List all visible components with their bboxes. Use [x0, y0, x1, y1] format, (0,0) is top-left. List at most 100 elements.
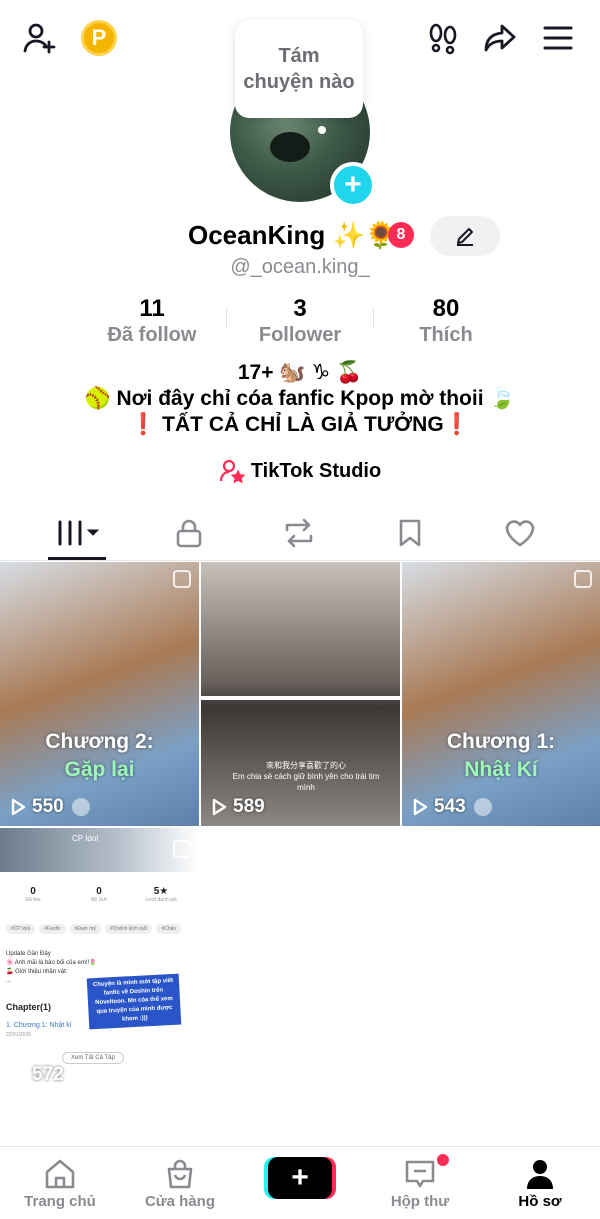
display-name: OceanKing ✨🌻 — [188, 220, 398, 250]
menu-icon[interactable] — [538, 18, 578, 58]
video-title: Chương 2: — [45, 730, 154, 753]
video-tile[interactable]: CP Idol 0 Đã like 0 Bộ Sưt 5★ Lượt đánh giá… — [0, 828, 199, 1094]
grid-icon — [58, 520, 100, 546]
view-count-value: 543 — [434, 796, 466, 817]
share-icon[interactable] — [480, 18, 520, 58]
pin-icon — [71, 798, 90, 816]
coin-icon[interactable]: P — [81, 20, 117, 56]
mini-text: Update Gần Đây 🌸 Anh mãi là bảo bối của … — [6, 951, 97, 984]
stat-likes[interactable]: 80 Thích — [371, 296, 521, 348]
play-icon — [212, 798, 227, 816]
nav-label: Hồ sơ — [518, 1193, 562, 1210]
play-icon — [11, 1066, 26, 1084]
mini-stat: 5★ Lượt đánh giá — [145, 886, 177, 903]
view-count-value: 550 — [32, 796, 64, 817]
play-icon — [11, 798, 26, 816]
studio-label: TikTok Studio — [250, 459, 382, 482]
name-row: OceanKing ✨🌻 8 — [0, 216, 600, 256]
select-checkbox[interactable] — [574, 570, 592, 588]
repost-icon — [285, 518, 313, 548]
caption-vi: Em chia sẻ cách giữ bình yên cho trái ti… — [232, 772, 380, 792]
mini-chapter: Chapter(1) — [6, 1002, 52, 1012]
view-count: 550 — [10, 796, 90, 818]
view-count: 572 — [10, 1064, 64, 1086]
mini-date: 22/01/2026 — [6, 1032, 32, 1038]
note-bubble-text: Tám chuyện nào — [243, 45, 355, 93]
stats-row: 11 Đã follow 3 Follower 80 Thích — [0, 296, 600, 348]
view-count: 543 — [412, 796, 492, 818]
username: @_ocean.king_ — [230, 256, 370, 278]
footprints-icon[interactable] — [423, 18, 463, 58]
mini-more: Xem Tất Cả Tập — [62, 1052, 124, 1064]
video-subtitle: Nhật Kí — [464, 758, 538, 781]
bio-line: ❗ TẤT CẢ CHỈ LÀ GIẢ TƯỞNG❗ — [130, 413, 470, 436]
mini-header: CP Idol — [0, 828, 199, 872]
nav-label: Hộp thư — [390, 1193, 450, 1210]
pencil-icon — [457, 228, 473, 246]
stat-label: Follower — [258, 324, 342, 346]
divider — [201, 696, 400, 700]
nav-home[interactable]: Trang chủ — [10, 1157, 110, 1210]
video-tile[interactable]: Chương 1: Nhật Kí 543 — [402, 562, 600, 826]
home-icon — [45, 1159, 75, 1189]
stat-followers[interactable]: 3 Follower — [225, 296, 375, 348]
content-tabs — [0, 505, 600, 561]
stat-value: 3 — [293, 295, 307, 322]
inbox-icon — [405, 1160, 435, 1188]
multi-image-icon — [173, 840, 191, 858]
create-button[interactable]: + — [268, 1157, 332, 1199]
mini-stat: 0 Bộ Sưt — [91, 886, 107, 903]
pin-icon — [473, 798, 492, 816]
stat-value: 11 — [139, 295, 165, 322]
stat-label: Đã follow — [107, 324, 197, 346]
select-checkbox[interactable] — [173, 570, 191, 588]
heart-icon — [505, 520, 535, 547]
nav-profile[interactable]: Hồ sơ — [490, 1157, 590, 1210]
mini-note: Chuyện là mình mới tập viết fanfic về Do… — [86, 973, 182, 1030]
plus-icon: + — [291, 1161, 309, 1194]
stat-value: 80 — [432, 295, 460, 322]
lock-icon — [176, 519, 202, 548]
notification-badge[interactable]: 8 — [388, 222, 414, 248]
tab-liked[interactable] — [490, 513, 550, 553]
bottom-nav: Trang chủ Cửa hàng + Hộp thư Hồ sơ — [0, 1146, 600, 1219]
video-subtitle: Gặp lại — [64, 758, 135, 781]
view-count-value: 589 — [233, 796, 265, 817]
mini-label: CP Idol — [72, 834, 99, 843]
mini-stat: 0 Đã like — [25, 886, 41, 903]
bio-line: 🥎 Nơi đây chỉ cóa fanfic Kpop mờ thoii 🍃 — [84, 387, 516, 410]
nav-shop[interactable]: Cửa hàng — [130, 1157, 230, 1210]
play-icon — [413, 798, 428, 816]
video-tile[interactable]: Chương 2: Gặp lại 550 — [0, 562, 199, 826]
nav-label: Cửa hàng — [144, 1193, 216, 1210]
edit-profile-button[interactable] — [430, 216, 500, 256]
inbox-notification-dot — [437, 1154, 449, 1166]
person-plus-icon[interactable] — [20, 18, 60, 58]
stat-following[interactable]: 11 Đã follow — [77, 296, 227, 348]
add-story-button[interactable]: + — [330, 162, 376, 208]
studio-icon — [219, 459, 245, 483]
stat-label: Thích — [419, 324, 473, 346]
note-bubble[interactable]: Tám chuyện nào — [235, 20, 363, 118]
mini-stats: 0 Đã like 0 Bộ Sưt 5★ Lượt đánh giá — [0, 886, 199, 926]
bio-line: 17+ 🐿️ ♑ 🍒 — [237, 361, 363, 384]
tiktok-studio-link[interactable]: TikTok Studio — [0, 459, 600, 483]
tab-saved[interactable] — [380, 513, 440, 553]
nav-inbox[interactable]: Hộp thư — [370, 1157, 470, 1210]
profile-icon — [527, 1160, 553, 1189]
tab-reposts[interactable] — [269, 513, 329, 553]
video-tile[interactable]: 來和我分享喜歡了的心 Em chia sẻ cách giữ bình yên … — [201, 562, 400, 826]
bookmark-icon — [399, 519, 421, 547]
bubble-tail — [318, 126, 326, 134]
caption-cn: 來和我分享喜歡了的心 — [266, 761, 346, 770]
shop-icon — [167, 1159, 193, 1189]
bio: 17+ 🐿️ ♑ 🍒 🥎 Nơi đây chỉ cóa fanfic Kpop… — [0, 360, 600, 438]
video-title: Chương 1: — [446, 730, 556, 753]
mini-chapter-link: 1. Chương 1: Nhật kí — [6, 1022, 72, 1029]
tab-private[interactable] — [159, 513, 219, 553]
active-tab-indicator — [48, 557, 106, 560]
mini-card: 0 Đã like 0 Bộ Sưt 5★ Lượt đánh giá #CP Ido… — [0, 872, 199, 1094]
mini-tags: #CP Idol #Fanfic #Đam mỹ #Chênh lệch tuổi #C… — [6, 924, 185, 934]
tab-videos[interactable] — [48, 513, 108, 553]
video-caption: 來和我分享喜歡了的心 Em chia sẻ cách giữ bình yên … — [231, 760, 381, 793]
